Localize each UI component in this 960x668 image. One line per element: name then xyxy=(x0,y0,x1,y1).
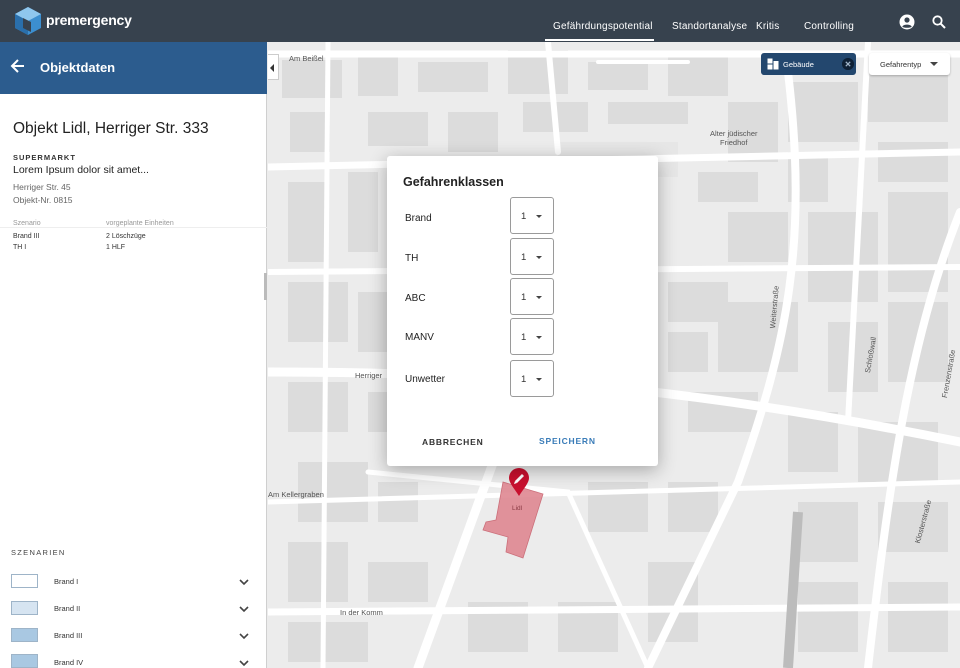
street-label-herriger: Herriger xyxy=(355,371,383,380)
scenario-label-brand-4: Brand IV xyxy=(54,658,84,667)
caret-down-icon xyxy=(536,215,542,218)
arrow-back-icon[interactable] xyxy=(10,58,26,74)
save-button[interactable]: SPEICHERN xyxy=(539,436,596,446)
object-description: Lorem Ipsum dolor sit amet... xyxy=(13,164,149,176)
row-label-unwetter: Unwetter xyxy=(405,374,446,385)
building-icon xyxy=(767,58,779,70)
chevron-down-icon[interactable] xyxy=(238,630,250,642)
row-label-th: TH xyxy=(405,253,419,264)
caret-down-icon xyxy=(930,62,938,66)
select-value: 1 xyxy=(521,332,527,343)
select-abc[interactable]: 1 xyxy=(510,278,554,315)
panel-collapse-toggle[interactable] xyxy=(268,54,279,80)
scenarios-heading: SZENARIEN xyxy=(11,548,66,557)
object-number: Objekt-Nr. 0815 xyxy=(13,195,73,205)
chevron-down-icon[interactable] xyxy=(238,657,250,668)
poi-label-friedhof-1: Alter jüdischer xyxy=(710,129,758,138)
street-label-in-der-komm: In der Komm xyxy=(340,608,383,617)
caret-down-icon xyxy=(536,336,542,339)
nav-gefaehrdungspotential[interactable]: Gefährdungspotential xyxy=(553,21,653,32)
gefahrenklassen-dialog: Gefahrenklassen Brand 1 TH 1 ABC 1 MANV … xyxy=(387,156,658,466)
scenario-swatch-brand-2 xyxy=(11,601,38,615)
nav-standortanalyse[interactable]: Standortanalyse xyxy=(672,21,747,32)
table-header-szenario: Szenario xyxy=(13,220,41,227)
select-th[interactable]: 1 xyxy=(510,238,554,275)
caret-down-icon xyxy=(536,378,542,381)
account-circle-icon[interactable] xyxy=(899,14,915,30)
table-cell-units: 1 HLF xyxy=(106,244,126,251)
nav-active-indicator xyxy=(545,39,654,41)
street-label-am-kellergraben: Am Kellergraben xyxy=(268,490,324,499)
select-value: 1 xyxy=(521,211,527,222)
street-label-am-beissel: Am Beißel xyxy=(289,54,324,63)
select-unwetter[interactable]: 1 xyxy=(510,360,554,397)
object-data-panel: Objektdaten Objekt Lidl, Herriger Str. 3… xyxy=(0,42,267,668)
premergency-logo-icon xyxy=(15,7,41,35)
caret-down-icon xyxy=(536,256,542,259)
object-address: Herriger Str. 45 xyxy=(13,182,71,192)
object-title: Objekt Lidl, Herriger Str. 333 xyxy=(13,120,209,137)
brand-name[interactable]: premergency xyxy=(46,12,132,28)
select-value: 1 xyxy=(521,292,527,303)
scenario-swatch-brand-4 xyxy=(11,654,38,668)
nav-controlling[interactable]: Controlling xyxy=(804,21,854,32)
chevron-down-icon[interactable] xyxy=(238,603,250,615)
scenario-swatch-brand-3 xyxy=(11,628,38,642)
chevron-down-icon[interactable] xyxy=(238,576,250,588)
object-building-label: Lidl xyxy=(512,505,523,512)
scenario-label-brand-3: Brand III xyxy=(54,631,83,640)
row-label-brand: Brand xyxy=(405,213,432,224)
panel-header: Objektdaten xyxy=(0,42,267,94)
gefahrentyp-label: Gefahrentyp xyxy=(880,60,922,69)
select-brand[interactable]: 1 xyxy=(510,197,554,234)
scenario-label-brand-2: Brand II xyxy=(54,604,81,613)
panel-title: Objektdaten xyxy=(40,60,116,75)
table-cell-units: 2 Löschzüge xyxy=(106,233,146,240)
close-icon[interactable] xyxy=(842,58,854,70)
select-manv[interactable]: 1 xyxy=(510,318,554,355)
search-icon[interactable] xyxy=(931,14,947,30)
table-divider xyxy=(0,227,267,228)
row-label-manv: MANV xyxy=(405,332,434,343)
select-value: 1 xyxy=(521,374,527,385)
scenario-swatch-brand-1 xyxy=(11,574,38,588)
table-header-einheiten: vorgeplante Einheiten xyxy=(106,220,174,227)
caret-down-icon xyxy=(536,296,542,299)
top-navigation-bar: premergency Gefährdungspotential Standor… xyxy=(0,0,960,42)
object-category: SUPERMARKT xyxy=(13,153,76,162)
table-cell-scenario: TH I xyxy=(13,244,27,251)
gefahrentyp-dropdown[interactable]: Gefahrentyp xyxy=(869,53,950,75)
scenario-label-brand-1: Brand I xyxy=(54,577,79,586)
cancel-button[interactable]: ABBRECHEN xyxy=(422,437,484,447)
panel-resize-handle[interactable] xyxy=(264,273,267,300)
nav-kritis[interactable]: Kritis xyxy=(756,21,779,32)
select-value: 1 xyxy=(521,252,527,263)
table-cell-scenario: Brand III xyxy=(13,233,40,240)
filter-chip-label: Gebäude xyxy=(783,60,814,69)
dialog-title: Gefahrenklassen xyxy=(403,175,504,189)
chevron-left-icon xyxy=(270,64,274,72)
row-label-abc: ABC xyxy=(405,293,426,304)
filter-chip-gebaeude[interactable]: Gebäude xyxy=(761,53,856,75)
poi-label-friedhof-2: Friedhof xyxy=(720,138,748,147)
